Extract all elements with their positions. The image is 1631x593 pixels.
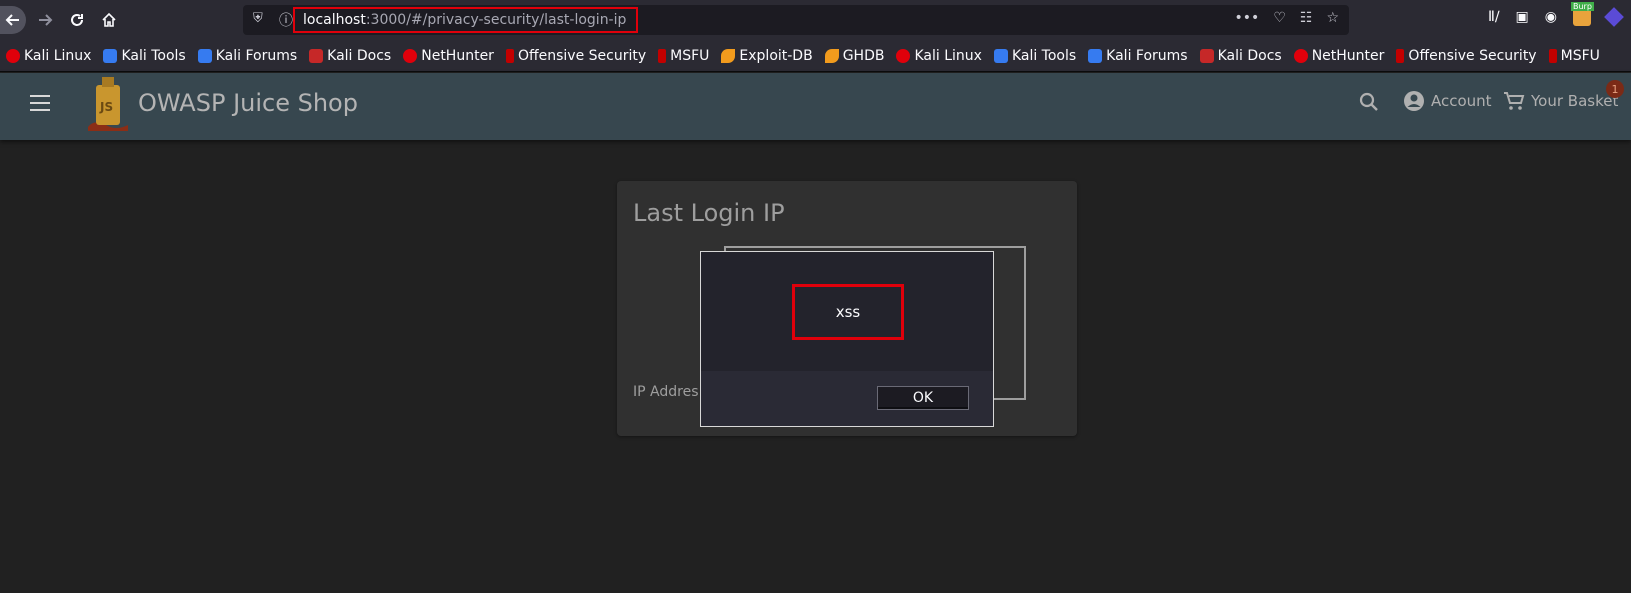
url-text[interactable]: localhost:3000/#/privacy-security/last-l… (293, 7, 638, 33)
tools-icon (993, 48, 1008, 63)
account-icon (1404, 91, 1424, 111)
juice-shop-logo[interactable]: JS (84, 75, 132, 133)
ok-button[interactable]: OK (877, 386, 969, 410)
pocket-icon[interactable]: ♡ (1273, 10, 1286, 26)
search-icon[interactable] (1358, 91, 1380, 113)
browser-tools: Ⅱ∕ ▣ ◉ Burp (1488, 2, 1624, 27)
url-path: :3000/#/privacy-security/last-login-ip (365, 12, 627, 28)
shield-icon[interactable]: ⛨ (253, 11, 263, 26)
bookmark-item[interactable]: Exploit-DB (721, 47, 813, 64)
profile-icon[interactable]: ◉ (1545, 9, 1557, 25)
docs-icon (309, 48, 324, 63)
reload-button[interactable] (62, 6, 92, 34)
bookmark-item[interactable]: MSFU (1548, 47, 1600, 64)
bookmark-label: Kali Docs (1217, 47, 1282, 64)
app-title[interactable]: OWASP Juice Shop (138, 89, 358, 117)
bookmark-label: Offensive Security (517, 47, 647, 64)
translate-icon[interactable]: ☷ (1300, 10, 1313, 26)
bookmark-label: Kali Tools (1011, 47, 1077, 64)
bookmarks-bar: Kali Linux Kali Tools Kali Forums Kali D… (0, 40, 1631, 72)
bookmark-item[interactable]: Kali Tools (993, 47, 1077, 64)
alert-dialog: xss OK (700, 251, 994, 427)
bookmark-item[interactable]: NetHunter (1293, 47, 1385, 64)
more-icon[interactable]: ••• (1235, 10, 1260, 26)
bookmark-item[interactable]: Offensive Security (1396, 47, 1537, 64)
bookmark-label: Exploit-DB (739, 47, 813, 64)
url-actions: ••• ♡ ☷ ☆ (1235, 10, 1339, 26)
burp-label: Burp (1571, 2, 1594, 11)
cart-icon (1504, 92, 1525, 110)
app-header: JS OWASP Juice Shop Account Your Basket … (0, 73, 1631, 140)
offsec-icon (505, 48, 514, 63)
kali-icon (403, 48, 418, 63)
bookmark-item[interactable]: Kali Tools (103, 47, 186, 64)
arrow-left-icon (5, 14, 19, 26)
bookmark-item[interactable]: Kali Docs (1199, 47, 1282, 64)
kali-icon (6, 48, 20, 63)
url-host: localhost (303, 12, 366, 28)
bookmark-item[interactable]: GHDB (824, 47, 885, 64)
burp-extension-icon[interactable]: Burp (1571, 2, 1594, 26)
info-icon[interactable]: ⓘ (279, 10, 293, 30)
home-icon (102, 12, 116, 27)
bookmark-item[interactable]: Kali Linux (896, 47, 982, 64)
bookmark-label: Kali Linux (914, 47, 982, 64)
bookmark-label: Kali Forums (1106, 47, 1188, 64)
home-button[interactable] (94, 6, 124, 34)
card-title: Last Login IP (633, 199, 785, 227)
forward-button[interactable] (30, 6, 60, 34)
tools-icon (103, 48, 118, 63)
account-button[interactable]: Account (1403, 90, 1492, 112)
exploitdb-icon (824, 48, 839, 63)
bookmark-label: MSFU (670, 47, 710, 64)
basket-button[interactable]: Your Basket (1503, 90, 1618, 112)
docs-icon (1199, 48, 1214, 63)
bookmark-label: Offensive Security (1408, 47, 1537, 64)
bookmark-star-icon[interactable]: ☆ (1326, 10, 1339, 26)
offsec-icon (1548, 48, 1557, 63)
bookmark-label: GHDB (842, 47, 885, 64)
exploitdb-icon (721, 48, 736, 63)
bookmark-label: Kali Tools (121, 47, 186, 64)
bookmark-item[interactable]: Kali Linux (6, 48, 91, 64)
ip-address-label: IP Addres (633, 384, 699, 400)
offsec-icon (658, 48, 667, 63)
sidebar-icon[interactable]: ▣ (1516, 9, 1529, 25)
reload-icon (71, 14, 83, 26)
offsec-icon (1396, 48, 1405, 63)
bookmark-label: Kali Forums (215, 47, 298, 64)
svg-text:JS: JS (99, 100, 113, 114)
alert-message: xss (792, 284, 904, 340)
bookmark-label: NetHunter (421, 47, 494, 64)
bookmark-item[interactable]: Kali Docs (309, 48, 391, 64)
account-label: Account (1431, 92, 1492, 110)
bookmark-item[interactable]: Kali Forums (197, 47, 298, 64)
tools-icon (1088, 48, 1103, 63)
bookmark-label: Kali Linux (24, 47, 92, 64)
bookmark-item[interactable]: NetHunter (403, 48, 494, 64)
bookmark-item[interactable]: MSFU (658, 48, 709, 64)
bookmark-label: MSFU (1560, 47, 1600, 64)
kali-icon (896, 48, 911, 63)
url-bar[interactable]: ⛨ ⓘ localhost:3000/#/privacy-security/la… (243, 5, 1349, 35)
tools-icon (197, 48, 212, 63)
bookmark-label: Kali Docs (327, 47, 392, 64)
bookmark-item[interactable]: Kali Forums (1088, 47, 1188, 64)
basket-count-badge: 1 (1606, 80, 1624, 98)
back-button[interactable] (0, 6, 26, 34)
bookmark-item[interactable]: Offensive Security (505, 47, 647, 64)
extension-icon[interactable] (1604, 7, 1624, 27)
kali-icon (1293, 48, 1308, 63)
menu-icon[interactable] (30, 95, 50, 111)
library-icon[interactable]: Ⅱ∕ (1488, 9, 1500, 25)
basket-label: Your Basket (1531, 92, 1619, 110)
bookmark-label: NetHunter (1311, 47, 1385, 64)
browser-toolbar: ⛨ ⓘ localhost:3000/#/privacy-security/la… (0, 0, 1631, 40)
arrow-right-icon (39, 14, 53, 26)
